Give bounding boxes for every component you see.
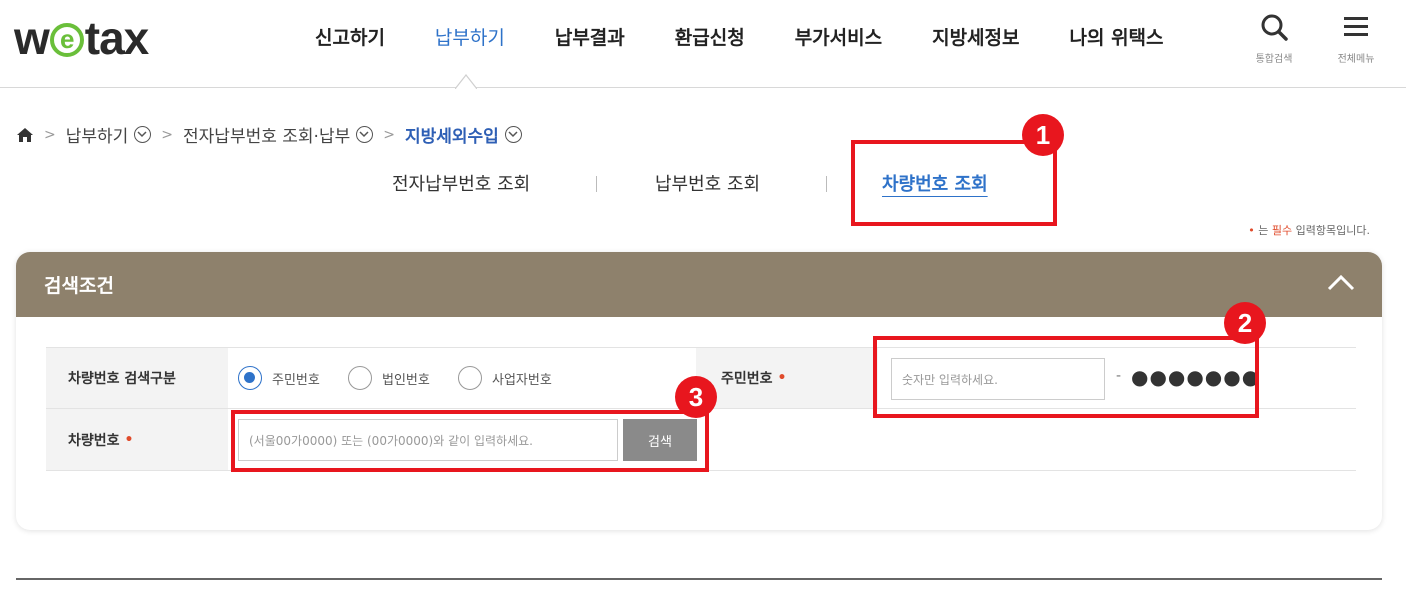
active-nav-caret-icon [455, 74, 477, 89]
resident-number-label-text: 주민번호 [721, 371, 773, 387]
radio-unchecked-icon [348, 366, 372, 390]
required-field-note: • 는 필수 입력항목입니다. [1248, 222, 1370, 238]
breadcrumb-separator-icon: > [161, 126, 174, 143]
chevron-up-icon[interactable] [1326, 272, 1356, 294]
radio-business-number[interactable]: 사업자번호 [458, 366, 552, 390]
nav-item-local-tax-info[interactable]: 지방세정보 [907, 22, 1044, 54]
nav-item-pay-result[interactable]: 납부결과 [530, 22, 650, 54]
nav-item-file[interactable]: 신고하기 [290, 22, 410, 54]
main-nav: 신고하기 납부하기 납부결과 환급신청 부가서비스 지방세정보 나의 위택스 [290, 22, 1189, 54]
breadcrumb-separator-icon: > [44, 126, 56, 143]
menu-caption: 전체메뉴 [1337, 54, 1375, 65]
required-note-post: 입력항목입니다. [1292, 224, 1370, 237]
tab-payment-number[interactable]: 납부번호 조회 [655, 170, 760, 196]
nav-item-refund[interactable]: 환급신청 [650, 22, 770, 54]
nav-item-extra-services[interactable]: 부가서비스 [770, 22, 907, 54]
vehicle-number-label: 차량번호 • [46, 409, 228, 470]
annotation-badge-1: 1 [1022, 114, 1064, 156]
radio-label: 사업자번호 [492, 372, 552, 388]
annotation-badge-2: 2 [1224, 302, 1266, 344]
nav-item-pay[interactable]: 납부하기 [410, 22, 530, 54]
hamburger-icon [1344, 17, 1368, 36]
chevron-down-icon[interactable] [356, 126, 374, 143]
radio-label: 법인번호 [382, 372, 430, 388]
tab-e-payment-number[interactable]: 전자납부번호 조회 [392, 170, 530, 196]
logo-e-icon: e [49, 23, 84, 57]
panel-header[interactable]: 검색조건 [16, 252, 1382, 317]
search-caption: 통합검색 [1255, 54, 1293, 65]
annotation-box-1 [851, 140, 1057, 226]
required-note-em: 필수 [1271, 224, 1293, 237]
resident-number-label: 주민번호 • [696, 348, 878, 408]
page-divider [16, 578, 1382, 580]
required-mark: • [777, 370, 787, 386]
logo-text-tax: tax [84, 12, 149, 64]
nav-item-my-wetax[interactable]: 나의 위택스 [1045, 22, 1189, 54]
search-type-label: 차량번호 검색구분 [46, 348, 228, 408]
vehicle-number-label-text: 차량번호 [68, 432, 120, 449]
site-header: w e tax 신고하기 납부하기 납부결과 환급신청 부가서비스 지방세정보 나의… [0, 0, 1406, 89]
radio-corporate-number[interactable]: 법인번호 [348, 366, 430, 390]
home-icon[interactable] [16, 127, 34, 143]
breadcrumb: > 납부하기 > 전자납부번호 조회·납부 > 지방세외수입 [16, 122, 522, 147]
wetax-logo[interactable]: w e tax [14, 12, 149, 64]
integrated-search-button[interactable]: 통합검색 [1244, 12, 1304, 68]
annotation-box-3 [231, 410, 709, 472]
all-menu-button[interactable]: 전체메뉴 [1326, 12, 1386, 68]
annotation-box-2 [873, 336, 1259, 418]
required-note-pre: 는 [1254, 224, 1272, 237]
logo-text-w: w [14, 12, 50, 64]
breadcrumb-item-pay[interactable]: 납부하기 [66, 122, 129, 147]
radio-unchecked-icon [458, 366, 482, 390]
breadcrumb-item-e-pay-lookup[interactable]: 전자납부번호 조회·납부 [183, 122, 350, 147]
breadcrumb-separator-icon: > [383, 126, 395, 143]
annotation-badge-3: 3 [675, 376, 717, 418]
tab-divider [596, 176, 597, 192]
radio-checked-icon [238, 366, 262, 390]
chevron-down-icon[interactable] [504, 126, 522, 143]
chevron-down-icon[interactable] [134, 126, 152, 143]
tab-divider [826, 176, 827, 192]
sub-tabs: 전자납부번호 조회 납부번호 조회 차량번호 조회 [0, 170, 1406, 200]
radio-label: 주민번호 [272, 372, 320, 388]
required-mark: • [124, 431, 134, 448]
radio-resident-number[interactable]: 주민번호 [238, 366, 320, 390]
panel-title: 검색조건 [44, 275, 114, 297]
breadcrumb-item-current[interactable]: 지방세외수입 [405, 122, 499, 147]
search-icon [1261, 14, 1288, 41]
